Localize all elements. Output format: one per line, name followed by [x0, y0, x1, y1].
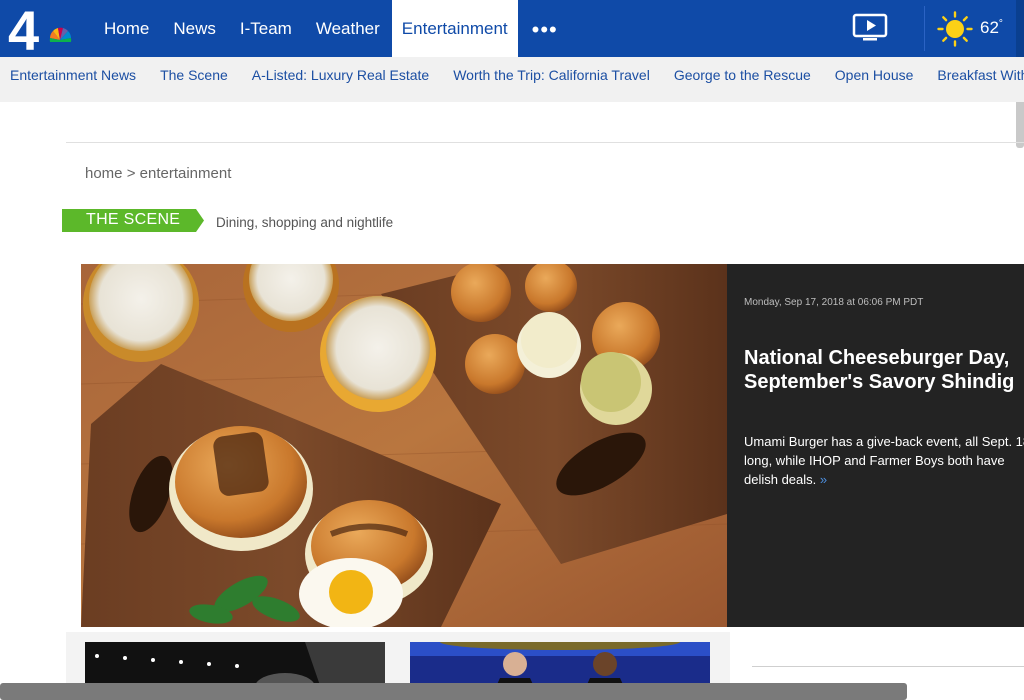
subnav-worth-the-trip[interactable]: Worth the Trip: California Travel [453, 57, 650, 93]
read-more-arrow-icon[interactable]: » [820, 472, 827, 487]
story-summary: Umami Burger has a give-back event, all … [744, 432, 1024, 489]
temperature-value: 62 [980, 18, 999, 37]
hero-story-panel[interactable]: Monday, Sep 17, 2018 at 06:06 PM PDT Nat… [727, 264, 1024, 627]
temperature-readout[interactable]: 62° [980, 18, 1003, 38]
content-divider [66, 142, 1024, 143]
horizontal-scrollbar-thumb[interactable] [0, 683, 907, 700]
nav-item-news[interactable]: News [161, 0, 228, 57]
main-nav: Home News I-Team Weather Entertainment •… [92, 0, 572, 57]
story-timestamp: Monday, Sep 17, 2018 at 06:06 PM PDT [744, 297, 924, 308]
subnav-a-listed[interactable]: A-Listed: Luxury Real Estate [252, 57, 429, 93]
breadcrumb-home[interactable]: home [85, 165, 123, 182]
vertical-scrollbar-top [1016, 0, 1024, 57]
breadcrumb: home > entertainment [85, 165, 231, 182]
more-menu-button[interactable]: ••• [518, 0, 572, 57]
subnav-entertainment-news[interactable]: Entertainment News [10, 57, 136, 93]
breadcrumb-entertainment[interactable]: entertainment [140, 165, 232, 182]
subnav-george-to-the-rescue[interactable]: George to the Rescue [674, 57, 811, 93]
subnav-open-house[interactable]: Open House [835, 57, 914, 93]
nav-divider [924, 6, 925, 51]
degree-symbol: ° [998, 18, 1003, 30]
subnav-the-scene[interactable]: The Scene [160, 57, 228, 93]
nav-item-weather[interactable]: Weather [304, 0, 392, 57]
nav-item-home[interactable]: Home [92, 0, 161, 57]
section-badge-label[interactable]: THE SCENE [86, 211, 180, 229]
story-headline-line2[interactable]: September's Savory Shindig [744, 370, 1024, 394]
sub-navigation: Entertainment News The Scene A-Listed: L… [0, 57, 1024, 102]
video-play-icon[interactable] [851, 12, 891, 42]
section-subtitle: Dining, shopping and nightlife [216, 215, 394, 230]
nav-item-i-team[interactable]: I-Team [228, 0, 304, 57]
story-headline-line1[interactable]: National Cheeseburger Day, [744, 346, 1024, 370]
sun-icon[interactable] [937, 11, 973, 47]
top-navigation-bar: 4 Home News I-Team Weather Entertainment… [0, 0, 1024, 57]
breadcrumb-separator: > [122, 165, 140, 182]
nav-item-entertainment[interactable]: Entertainment [391, 0, 518, 57]
sidebar-divider [752, 666, 1024, 667]
hero-image[interactable] [81, 264, 727, 627]
story-summary-text: Umami Burger has a give-back event, all … [744, 434, 1024, 487]
story-headline[interactable]: National Cheeseburger Day, September's S… [744, 346, 1024, 394]
subnav-breakfast-with-ops[interactable]: Breakfast With Ops [937, 57, 1024, 93]
nbc4-logo[interactable]: 4 [8, 4, 80, 54]
svg-text:4: 4 [8, 4, 39, 54]
